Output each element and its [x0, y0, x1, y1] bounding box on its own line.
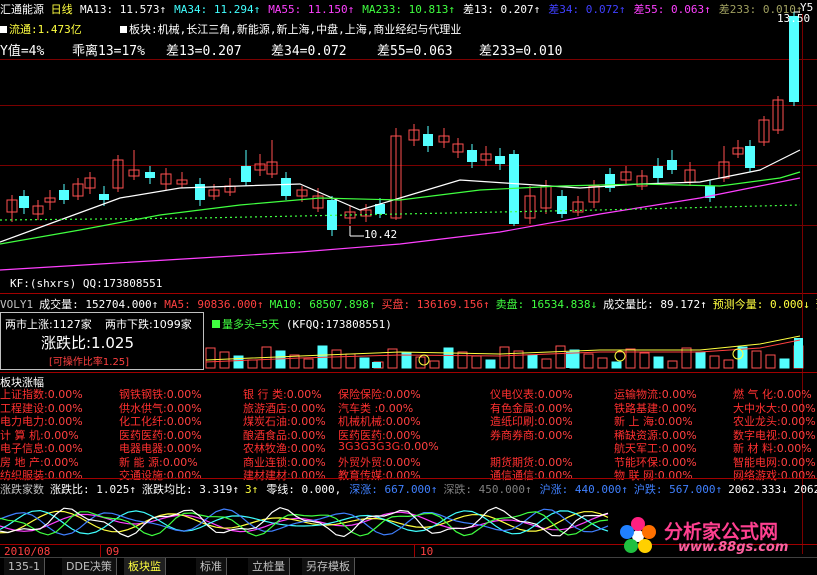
tab-1[interactable]: DDE决策: [62, 558, 117, 575]
time-tick: [100, 544, 101, 558]
logo-url: www.88gs.com: [678, 540, 789, 555]
tab-3[interactable]: 标准: [196, 558, 227, 575]
site-logo: 分析家公式网 www.88gs.com: [616, 515, 812, 557]
breadth-line-chart[interactable]: [0, 0, 817, 560]
time-tick: [414, 544, 415, 558]
tab-5[interactable]: 另存模板: [302, 558, 355, 575]
logo-flower-icon: [620, 517, 656, 553]
stock-chart-window: 汇通能源 日线 MA13: 11.573↑ MA34: 11.294↑ MA55: …: [0, 0, 817, 575]
tab-bar-border: [0, 557, 817, 558]
tab-0[interactable]: 135-1: [4, 558, 45, 575]
tab-4[interactable]: 立桩量: [248, 558, 290, 575]
tab-2[interactable]: 板块监: [124, 558, 166, 575]
